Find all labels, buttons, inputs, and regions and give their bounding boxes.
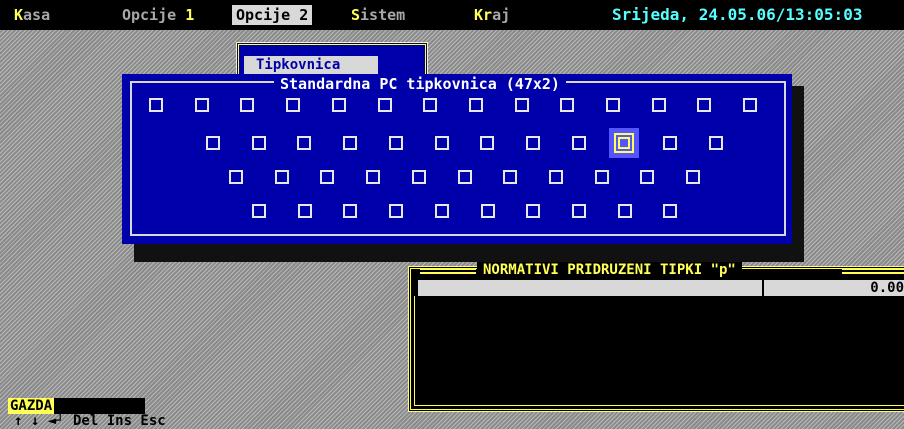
keyboard-key[interactable] — [411, 170, 426, 184]
keyboard-window-frame — [130, 81, 786, 236]
keyboard-key[interactable] — [297, 204, 312, 218]
keyboard-key[interactable] — [560, 98, 575, 112]
keyboard-key[interactable] — [525, 136, 540, 150]
menu-kraj-label: aj — [492, 6, 511, 24]
keyboard-key[interactable] — [297, 136, 312, 150]
keyboard-key[interactable] — [571, 136, 586, 150]
menu-opcije-1-label: Opcije — [122, 6, 186, 24]
keyboard-key[interactable] — [503, 170, 518, 184]
keyboard-key[interactable] — [514, 98, 529, 112]
menu-sistem-label: istem — [360, 6, 406, 24]
menu-bar: Kasa Opcije 1 Opcije 2 Sistem Kraj Srije… — [0, 0, 904, 30]
keyboard-key[interactable] — [149, 98, 163, 112]
keyboard-key[interactable] — [229, 170, 243, 184]
keyboard-key[interactable] — [377, 98, 392, 112]
keyboard-key[interactable] — [571, 204, 586, 218]
keyboard-key[interactable] — [651, 98, 666, 112]
keyboard-key[interactable] — [343, 136, 358, 150]
keyboard-key[interactable] — [548, 170, 563, 184]
keyboard-key[interactable] — [251, 136, 266, 150]
keyboard-key[interactable] — [686, 170, 700, 184]
menu-opcije-2[interactable]: Opcije 2 — [232, 5, 313, 25]
keyboard-key[interactable] — [343, 204, 358, 218]
keyboard-key[interactable] — [468, 98, 483, 112]
submenu-arrow-icon: ▸ — [377, 58, 385, 72]
keyboard-key[interactable] — [423, 98, 438, 112]
key-hints: ↑ ↓ ◄┘ Del Ins Esc — [14, 413, 166, 429]
keyboard-key[interactable] — [480, 136, 495, 150]
keyboard-key[interactable] — [434, 136, 449, 150]
menu-opcije-2-label: Opcije 2 — [236, 6, 309, 24]
keyboard-key[interactable] — [663, 136, 677, 150]
normativi-window-title: NORMATIVI PRIDRUZENI TIPKI "p" — [477, 262, 742, 278]
menu-kasa-hotkey: K — [14, 6, 24, 24]
keyboard-key[interactable] — [274, 170, 289, 184]
menu-opcije-1[interactable]: Opcije 1 — [122, 5, 194, 25]
keyboard-key[interactable] — [640, 170, 655, 184]
menu-kasa-label: asa — [23, 6, 51, 24]
keyboard-key[interactable] — [594, 170, 609, 184]
keyboard-key[interactable] — [320, 170, 335, 184]
keyboard-key[interactable] — [286, 98, 301, 112]
normativi-list-area[interactable] — [414, 296, 904, 406]
keyboard-key[interactable] — [206, 136, 220, 150]
keyboard-key[interactable] — [331, 98, 346, 112]
keyboard-key[interactable] — [697, 98, 712, 112]
keyboard-key[interactable] — [240, 98, 255, 112]
keyboard-key[interactable] — [617, 204, 632, 218]
keyboard-key[interactable] — [434, 204, 449, 218]
menu-sistem-hotkey: S — [351, 6, 361, 24]
keyboard-key[interactable] — [194, 98, 209, 112]
keyboard-key[interactable] — [743, 98, 758, 112]
keyboard-key-selected[interactable] — [609, 128, 640, 158]
menu-kraj-hotkey: Kr — [474, 6, 493, 24]
menu-sistem[interactable]: Sistem — [351, 5, 405, 25]
menu-opcije-1-hotkey: 1 — [185, 6, 195, 24]
keyboard-key[interactable] — [388, 136, 403, 150]
user-label: GAZDA — [8, 398, 55, 414]
keyboard-key[interactable] — [366, 170, 381, 184]
keyboard-key[interactable] — [480, 204, 495, 218]
keyboard-window-title: Standardna PC tipkovnica (47x2) — [274, 75, 566, 93]
datetime-display: Srijeda, 24.05.06/13:05:03 — [612, 5, 863, 24]
keyboard-key[interactable] — [606, 98, 620, 112]
keyboard-key[interactable] — [389, 204, 404, 218]
keyboard-key[interactable] — [663, 204, 678, 218]
keyboard-key[interactable] — [708, 136, 723, 150]
menu-kraj[interactable]: Kraj — [474, 5, 510, 25]
keyboard-key[interactable] — [252, 204, 266, 218]
submenu-item-tipkovnica[interactable]: Tipkovnica — [244, 56, 378, 74]
keyboard-key[interactable] — [526, 204, 541, 218]
keyboard-key[interactable] — [457, 170, 472, 184]
menu-kasa[interactable]: Kasa — [14, 5, 50, 25]
normativi-value: 0.00 — [870, 280, 904, 296]
